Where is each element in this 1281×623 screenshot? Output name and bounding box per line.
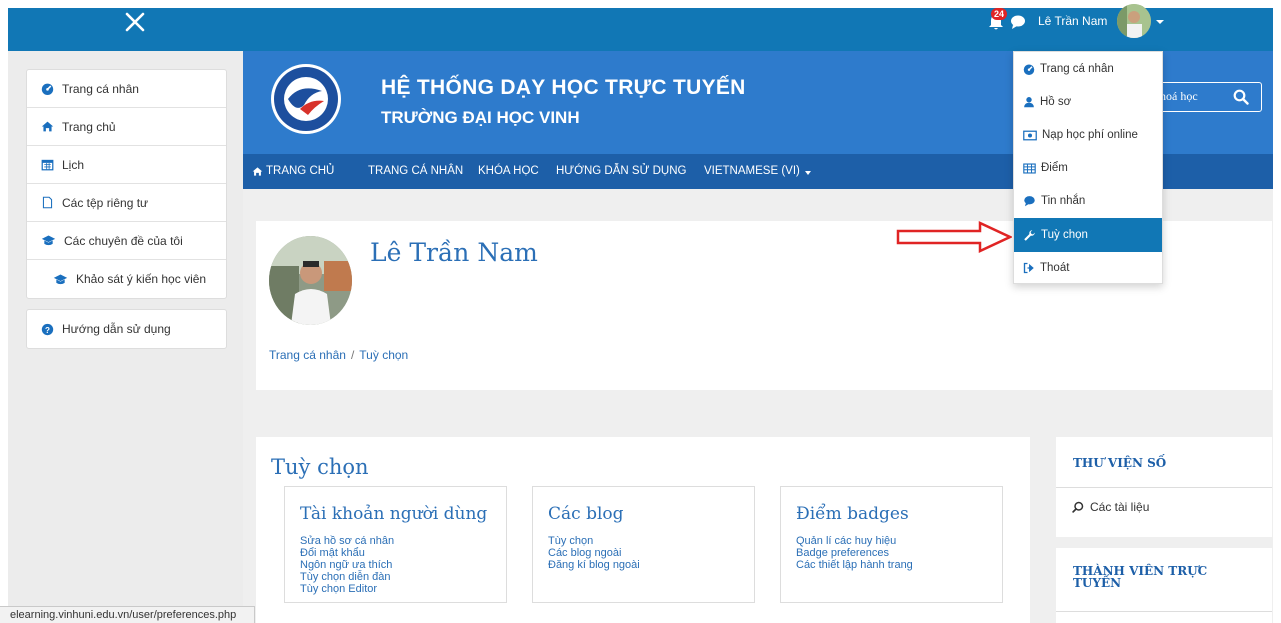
sidebar-item-label: Khảo sát ý kiến học viên [76, 272, 207, 286]
sidebar-item-help[interactable]: ? Hướng dẫn sử dụng [27, 310, 226, 348]
link-backpack-settings[interactable]: Các thiết lập hành trang [796, 559, 913, 571]
page-title: Tuỳ chọn [271, 455, 369, 479]
chevron-down-icon[interactable] [1156, 20, 1164, 24]
link-edit-profile[interactable]: Sửa hồ sơ cá nhân [300, 535, 394, 547]
user-icon [1024, 97, 1034, 108]
calendar-icon [41, 159, 54, 171]
nav-home-label: TRANG CHỦ [266, 165, 335, 177]
badges-section: Điểm badges Quản lí các huy hiệu Badge p… [780, 486, 1003, 603]
chevron-down-icon[interactable] [805, 171, 811, 175]
sidebar-item-label: Các tệp riêng tư [62, 195, 149, 210]
menu-item-grades[interactable]: Điểm [1014, 151, 1162, 185]
sidebar-item-label: Trang chủ [62, 119, 116, 134]
link-external-blogs[interactable]: Các blog ngoài [548, 547, 640, 559]
sidebar-item-label: Các chuyên đề của tôi [64, 233, 183, 248]
nav-profile[interactable]: TRANG CÁ NHÂN [368, 165, 463, 177]
nav-courses[interactable]: KHÓA HỌC [478, 165, 539, 177]
nav-guide[interactable]: HƯỚNG DẪN SỬ DỤNG [556, 165, 686, 177]
sidebar-item-label: Lịch [62, 157, 85, 172]
sidebar-item-dashboard[interactable]: Trang cá nhân [27, 70, 226, 108]
menu-item-profile[interactable]: Hồ sơ [1014, 85, 1162, 119]
menu-item-label: Hồ sơ [1040, 96, 1072, 108]
link-forum-preferences[interactable]: Tùy chọn diễn đàn [300, 571, 394, 583]
sign-out-icon [1023, 262, 1034, 274]
divider [1056, 611, 1272, 612]
menu-item-messages[interactable]: Tin nhắn [1014, 184, 1162, 218]
blogs-section: Các blog Tùy chọn Các blog ngoài Đăng kí… [532, 486, 755, 603]
home-icon [41, 121, 54, 132]
link-editor-preferences[interactable]: Tùy chọn Editor [300, 583, 394, 595]
annotation-arrow-icon [896, 221, 1012, 253]
search-icon[interactable] [1233, 89, 1249, 105]
site-title: HỆ THỐNG DẠY HỌC TRỰC TUYẾN [381, 76, 746, 99]
library-documents-label: Các tài liệu [1090, 500, 1150, 514]
divider [1056, 487, 1272, 488]
profile-avatar [269, 236, 352, 325]
menu-item-logout[interactable]: Thoát [1014, 251, 1162, 285]
user-menu-name[interactable]: Lê Trần Nam [1038, 14, 1107, 28]
dashboard-icon [1023, 64, 1035, 75]
sidebar-help-block: ? Hướng dẫn sử dụng [26, 309, 227, 349]
menu-item-label: Tuỳ chọn [1041, 229, 1088, 241]
comment-icon [1024, 196, 1035, 207]
sidebar-item-calendar[interactable]: Lịch [27, 146, 226, 184]
wrench-icon [1024, 229, 1035, 241]
menu-item-label: Điểm [1041, 162, 1068, 174]
question-circle-icon: ? [41, 323, 54, 335]
section-heading: Điểm badges [796, 504, 909, 524]
nav-home[interactable]: TRANG CHỦ [252, 165, 334, 177]
menu-item-dashboard[interactable]: Trang cá nhân [1014, 52, 1162, 86]
close-icon[interactable] [115, 4, 155, 40]
menu-item-label: Tin nhắn [1041, 195, 1086, 207]
breadcrumb-separator: / [350, 348, 355, 362]
block-title: THƯ VIỆN SỐ [1073, 456, 1167, 470]
menu-item-label: Nạp học phí online [1042, 129, 1138, 141]
graduation-cap-icon [41, 235, 56, 246]
nav-language[interactable]: VIETNAMESE (VI) [704, 165, 800, 177]
file-icon [42, 196, 53, 209]
home-icon [252, 166, 263, 176]
money-icon [1023, 130, 1037, 140]
table-icon [1023, 162, 1036, 174]
breadcrumb-item-profile[interactable]: Trang cá nhân [269, 348, 346, 362]
menu-item-label: Trang cá nhân [1040, 63, 1114, 75]
sidebar-item-label: Trang cá nhân [62, 81, 139, 96]
university-logo[interactable] [270, 63, 342, 135]
breadcrumb-item-current[interactable]: Tuỳ chọn [359, 348, 408, 362]
link-preferred-language[interactable]: Ngôn ngữ ưa thích [300, 559, 394, 571]
breadcrumb: Trang cá nhân / Tuỳ chọn [269, 348, 408, 362]
section-heading: Các blog [548, 504, 624, 524]
svg-text:?: ? [45, 325, 50, 334]
notification-count-badge: 24 [991, 8, 1008, 20]
link-register-external-blog[interactable]: Đăng kí blog ngoài [548, 559, 640, 571]
user-account-section: Tài khoản người dùng Sửa hồ sơ cá nhân Đ… [284, 486, 507, 603]
graduation-cap-icon [53, 274, 68, 284]
sidebar-nav: Trang cá nhân Trang chủ Lịch Các tệp riê… [26, 69, 227, 299]
dashboard-icon [41, 83, 54, 95]
status-bar-url: elearning.vinhuni.edu.vn/user/preference… [0, 606, 255, 623]
comment-icon[interactable] [1010, 14, 1026, 30]
search-icon [1072, 501, 1084, 513]
section-heading: Tài khoản người dùng [300, 504, 488, 524]
sidebar-item-home[interactable]: Trang chủ [27, 108, 226, 146]
link-badge-preferences[interactable]: Badge preferences [796, 547, 913, 559]
sidebar-item-my-courses[interactable]: Các chuyên đề của tôi [27, 222, 226, 260]
sidebar-item-survey[interactable]: Khảo sát ý kiến học viên [27, 260, 226, 298]
user-avatar[interactable] [1117, 4, 1151, 38]
site-subtitle: TRƯỜNG ĐẠI HỌC VINH [381, 108, 580, 127]
profile-name: Lê Trần Nam [370, 238, 538, 267]
menu-item-preferences[interactable]: Tuỳ chọn [1014, 218, 1162, 252]
link-manage-badges[interactable]: Quản lí các huy hiệu [796, 535, 913, 547]
library-documents-link[interactable]: Các tài liệu [1072, 500, 1149, 514]
link-change-password[interactable]: Đổi mật khẩu [300, 547, 394, 559]
link-blog-preferences[interactable]: Tùy chọn [548, 535, 640, 547]
sidebar-item-label: Hướng dẫn sử dụng [62, 322, 171, 336]
menu-item-pay-tuition[interactable]: Nạp học phí online [1014, 118, 1162, 152]
sidebar-item-private-files[interactable]: Các tệp riêng tư [27, 184, 226, 222]
user-dropdown-menu: Trang cá nhân Hồ sơ Nạp học phí online Đ… [1013, 51, 1163, 284]
block-title: THÀNH VIÊN TRỰC TUYẾN [1073, 564, 1208, 590]
menu-item-label: Thoát [1040, 262, 1070, 274]
